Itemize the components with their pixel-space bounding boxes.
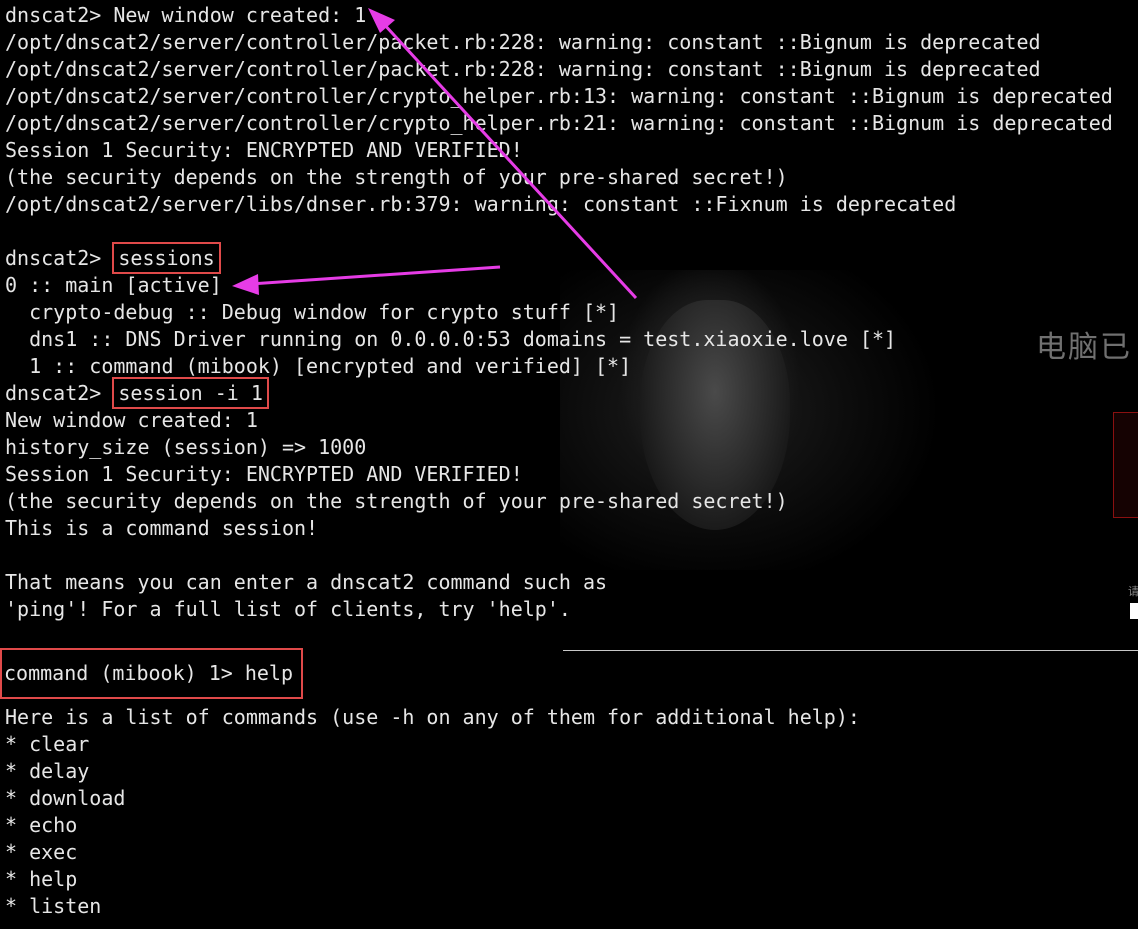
terminal-line: (the security depends on the strength of…: [5, 488, 1135, 515]
terminal-line: * exec: [5, 839, 1135, 866]
output-text: dns1 :: DNS Driver running on 0.0.0.0:53…: [5, 327, 897, 351]
terminal-line: dnscat2> session -i 1: [5, 377, 1135, 409]
terminal-line: dnscat2> sessions: [5, 242, 1135, 274]
terminal-line: * delay: [5, 758, 1135, 785]
terminal-line: dns1 :: DNS Driver running on 0.0.0.0:53…: [5, 326, 1135, 353]
output-text: That means you can enter a dnscat2 comma…: [5, 570, 608, 594]
output-text: history_size (session) => 1000: [5, 435, 367, 459]
output-text: * help: [5, 867, 78, 891]
output-text: 0 :: main [active]: [5, 273, 222, 297]
highlighted-command: session -i 1: [112, 377, 269, 409]
terminal-line: (the security depends on the strength of…: [5, 164, 1135, 191]
output-text: (the security depends on the strength of…: [5, 165, 788, 189]
prompt-label: dnscat2>: [5, 3, 114, 27]
terminal-line: history_size (session) => 1000: [5, 434, 1135, 461]
terminal-line: command (mibook) 1> help: [0, 648, 1135, 699]
terminal-line: 'ping'! For a full list of clients, try …: [5, 596, 1135, 623]
output-text: /opt/dnscat2/server/controller/packet.rb…: [5, 57, 1041, 81]
terminal-line: New window created: 1: [5, 407, 1135, 434]
terminal-line: * listen: [5, 893, 1135, 920]
terminal-line: * echo: [5, 812, 1135, 839]
terminal-line: 1 :: command (mibook) [encrypted and ver…: [5, 353, 1135, 380]
output-text: crypto-debug :: Debug window for crypto …: [5, 300, 620, 324]
output-text: * clear: [5, 732, 90, 756]
terminal-line: dnscat2> New window created: 1: [5, 2, 1135, 29]
prompt-label: dnscat2>: [5, 381, 114, 405]
highlighted-command-prompt: command (mibook) 1> help: [0, 648, 303, 699]
output-text: /opt/dnscat2/server/controller/crypto_he…: [5, 84, 1113, 108]
output-text: * download: [5, 786, 126, 810]
output-text: Session 1 Security: ENCRYPTED AND VERIFI…: [5, 462, 523, 486]
output-text: This is a command session!: [5, 516, 319, 540]
output-text: Session 1 Security: ENCRYPTED AND VERIFI…: [5, 138, 523, 162]
output-text: 'ping'! For a full list of clients, try …: [5, 597, 571, 621]
terminal-line: crypto-debug :: Debug window for crypto …: [5, 299, 1135, 326]
terminal-line: /opt/dnscat2/server/controller/crypto_he…: [5, 83, 1135, 110]
output-text: New window created: 1: [113, 3, 367, 27]
terminal-output[interactable]: dnscat2> New window created: 1/opt/dnsca…: [0, 2, 1135, 920]
output-text: * listen: [5, 894, 102, 918]
prompt-label: dnscat2>: [5, 246, 114, 270]
terminal-line: Here is a list of commands (use -h on an…: [5, 704, 1135, 731]
terminal-line: * clear: [5, 731, 1135, 758]
output-text: * delay: [5, 759, 90, 783]
output-text: Here is a list of commands (use -h on an…: [5, 705, 860, 729]
output-text: New window created: 1: [5, 408, 258, 432]
terminal-line: /opt/dnscat2/server/controller/packet.rb…: [5, 29, 1135, 56]
terminal-line: Session 1 Security: ENCRYPTED AND VERIFI…: [5, 137, 1135, 164]
terminal-line: 0 :: main [active]: [5, 272, 1135, 299]
terminal-line: * download: [5, 785, 1135, 812]
terminal-line: This is a command session!: [5, 515, 1135, 542]
output-text: /opt/dnscat2/server/controller/crypto_he…: [5, 111, 1113, 135]
output-text: * exec: [5, 840, 78, 864]
terminal-line: That means you can enter a dnscat2 comma…: [5, 569, 1135, 596]
output-text: /opt/dnscat2/server/controller/packet.rb…: [5, 30, 1041, 54]
terminal-line: * help: [5, 866, 1135, 893]
output-text: * echo: [5, 813, 78, 837]
terminal-line: /opt/dnscat2/server/controller/packet.rb…: [5, 56, 1135, 83]
terminal-line: Session 1 Security: ENCRYPTED AND VERIFI…: [5, 461, 1135, 488]
output-text: (the security depends on the strength of…: [5, 489, 788, 513]
highlighted-command: sessions: [112, 242, 221, 274]
terminal-line: /opt/dnscat2/server/controller/crypto_he…: [5, 110, 1135, 137]
output-text: 1 :: command (mibook) [encrypted and ver…: [5, 354, 632, 378]
terminal-line: /opt/dnscat2/server/libs/dnser.rb:379: w…: [5, 191, 1135, 218]
output-text: /opt/dnscat2/server/libs/dnser.rb:379: w…: [5, 192, 957, 216]
